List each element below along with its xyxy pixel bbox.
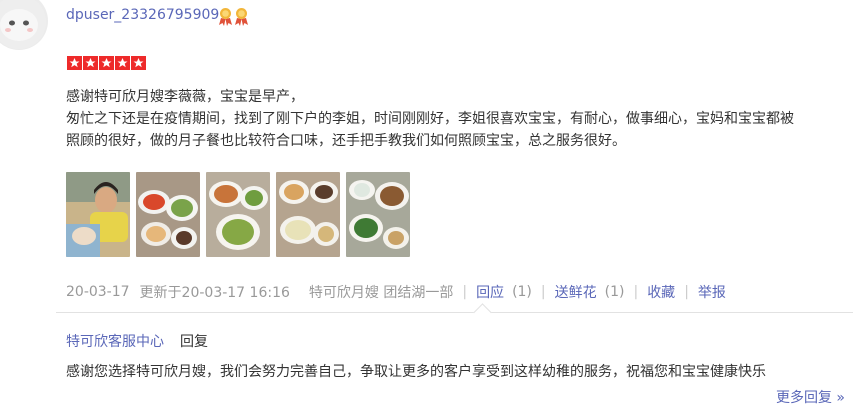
review-photo-thumbnail[interactable] — [206, 172, 270, 257]
review-photo-thumbnail[interactable] — [346, 172, 410, 257]
reply-link[interactable]: 回应 — [476, 282, 504, 302]
review-body: 感谢特可欣月嫂李薇薇，宝宝是早产， 匆忙之下还是在疫情期间，找到了刚下户的李姐，… — [66, 86, 851, 152]
star-icon — [131, 56, 146, 70]
separator: | — [633, 284, 639, 300]
review-text-line: 感谢特可欣月嫂李薇薇，宝宝是早产， — [66, 89, 304, 105]
star-icon — [67, 56, 82, 70]
star-icon — [99, 56, 114, 70]
review-photo-thumbnail[interactable] — [66, 172, 130, 257]
merchant-reply-panel: 特可欣客服中心 回复 感谢您选择特可欣月嫂，我们会努力完善自己，争取让更多的客户享… — [56, 312, 853, 412]
username-link[interactable]: dpuser_23326795909 — [66, 7, 219, 23]
merchant-reply-header: 特可欣客服中心 回复 — [66, 331, 208, 351]
user-avatar[interactable] — [0, 0, 48, 50]
star-icon — [83, 56, 98, 70]
more-replies-link[interactable]: 更多回复 » — [776, 387, 845, 407]
review-date: 20-03-17 — [66, 284, 130, 300]
review-meta-bar: 20-03-17 更新于20-03-17 16:16 特可欣月嫂 团结湖一部 |… — [66, 282, 726, 302]
avatar-face-icon — [0, 0, 46, 49]
report-link[interactable]: 举报 — [698, 282, 726, 302]
medal-icon — [219, 8, 232, 26]
merchant-reply-text: 感谢您选择特可欣月嫂，我们会努力完善自己，争取让更多的客户享受到这样幼稚的服务，… — [66, 364, 766, 380]
separator: | — [684, 284, 689, 300]
medal-icon — [235, 8, 248, 26]
favorite-link[interactable]: 收藏 — [647, 282, 675, 302]
review-photo-thumbnail[interactable] — [136, 172, 200, 257]
reply-count: (1) — [512, 284, 532, 300]
rating-stars — [67, 56, 146, 70]
review-updated-time: 更新于20-03-17 16:16 — [139, 285, 290, 301]
reply-label: 回复 — [180, 334, 208, 350]
review-photo-thumbnail[interactable] — [276, 172, 340, 257]
star-icon — [115, 56, 130, 70]
separator: | — [540, 284, 546, 300]
user-badges — [218, 7, 249, 26]
review-text-line: 匆忙之下还是在疫情期间，找到了刚下户的李姐，时间刚刚好，李姐很喜欢宝宝，有耐心，… — [66, 111, 794, 127]
flower-count: (1) — [604, 284, 625, 300]
separator: | — [462, 284, 468, 300]
review-photos — [66, 172, 410, 257]
merchant-name-link[interactable]: 特可欣客服中心 — [66, 334, 164, 350]
send-flower-link[interactable]: 送鲜花 — [555, 282, 597, 302]
service-provider: 特可欣月嫂 团结湖一部 — [308, 285, 454, 301]
review-text-line: 照顾的很好，做的月子餐也比较符合口味，还手把手教我们如何照顾宝宝，总之服务很好。 — [66, 133, 626, 149]
